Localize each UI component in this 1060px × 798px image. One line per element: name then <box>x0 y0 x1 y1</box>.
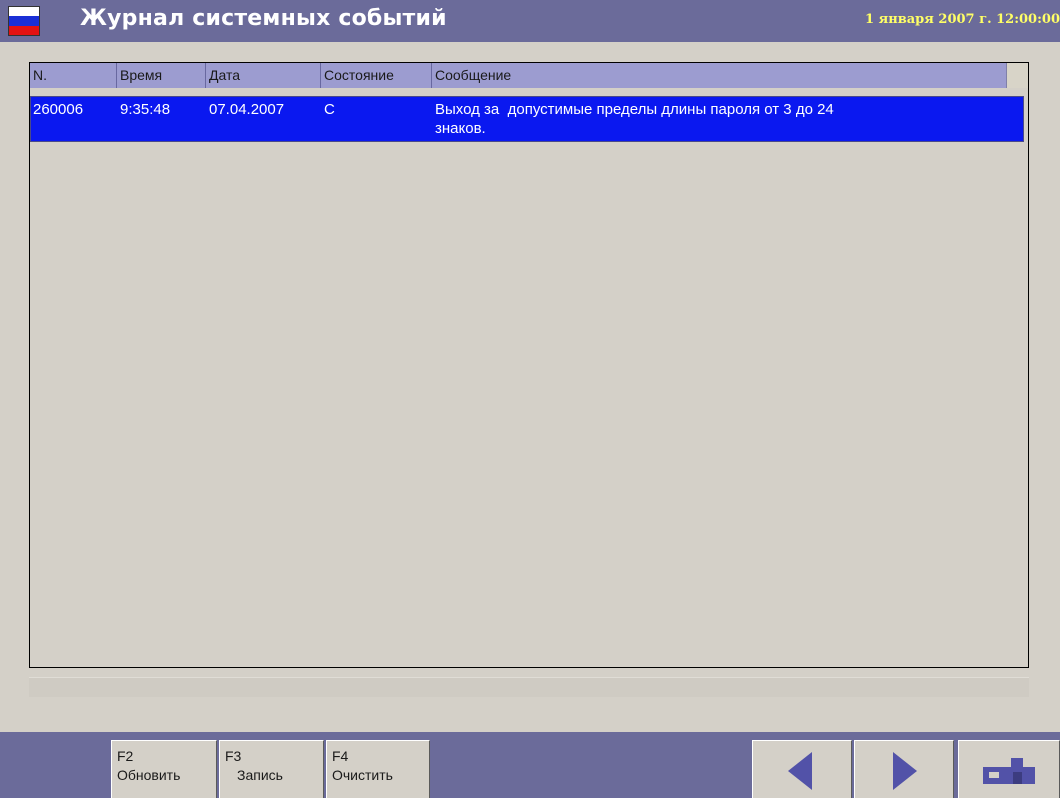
cell-date: 07.04.2007 <box>209 101 285 118</box>
column-header-message[interactable]: Сообщение <box>432 63 1006 88</box>
arrow-right-icon <box>893 752 917 790</box>
cell-state: C <box>324 101 335 118</box>
home-icon <box>983 758 1035 784</box>
function-key-bar: F2 Обновить F3 Запись F4 Очистить <box>0 732 1060 798</box>
cell-message: Выход за допустимые пределы длины пароля… <box>433 97 1013 138</box>
cell-number: 260006 <box>33 101 84 118</box>
f3-key-label: F3 <box>225 748 242 764</box>
cell-time: 9:35:48 <box>120 101 171 118</box>
russian-flag-icon[interactable] <box>8 6 40 36</box>
status-strip <box>29 677 1029 697</box>
f2-action-label: Обновить <box>117 767 181 783</box>
next-button[interactable] <box>854 740 954 798</box>
f3-record-button[interactable]: F3 Запись <box>219 740 324 798</box>
scrollbar-corner <box>1006 63 1028 88</box>
cell-message-line2: знаков. <box>435 120 486 137</box>
page-title: Журнал системных событий <box>80 6 447 31</box>
home-button[interactable] <box>958 740 1060 798</box>
column-header-date[interactable]: Дата <box>206 63 321 88</box>
f4-key-label: F4 <box>332 748 349 764</box>
column-header-number[interactable]: N. <box>30 63 117 88</box>
datetime-display: 1 января 2007 г. 12:00:00 <box>865 12 1060 27</box>
title-bar: Журнал системных событий 1 января 2007 г… <box>0 0 1060 42</box>
f2-refresh-button[interactable]: F2 Обновить <box>111 740 217 798</box>
f4-action-label: Очистить <box>332 767 393 783</box>
arrow-left-icon <box>788 752 812 790</box>
event-log-table[interactable]: N. Время Дата Состояние Сообщение 260006… <box>29 62 1029 668</box>
f3-action-label: Запись <box>237 767 283 783</box>
column-header-time[interactable]: Время <box>117 63 206 88</box>
f2-key-label: F2 <box>117 748 134 764</box>
f4-clear-button[interactable]: F4 Очистить <box>326 740 430 798</box>
column-header-state[interactable]: Состояние <box>321 63 432 88</box>
cell-message-line1: Выход за допустимые пределы длины пароля… <box>435 101 834 118</box>
table-row[interactable]: 260006 9:35:48 07.04.2007 C Выход за доп… <box>30 96 1024 142</box>
prev-button[interactable] <box>752 740 852 798</box>
table-header: N. Время Дата Состояние Сообщение <box>30 63 1028 88</box>
